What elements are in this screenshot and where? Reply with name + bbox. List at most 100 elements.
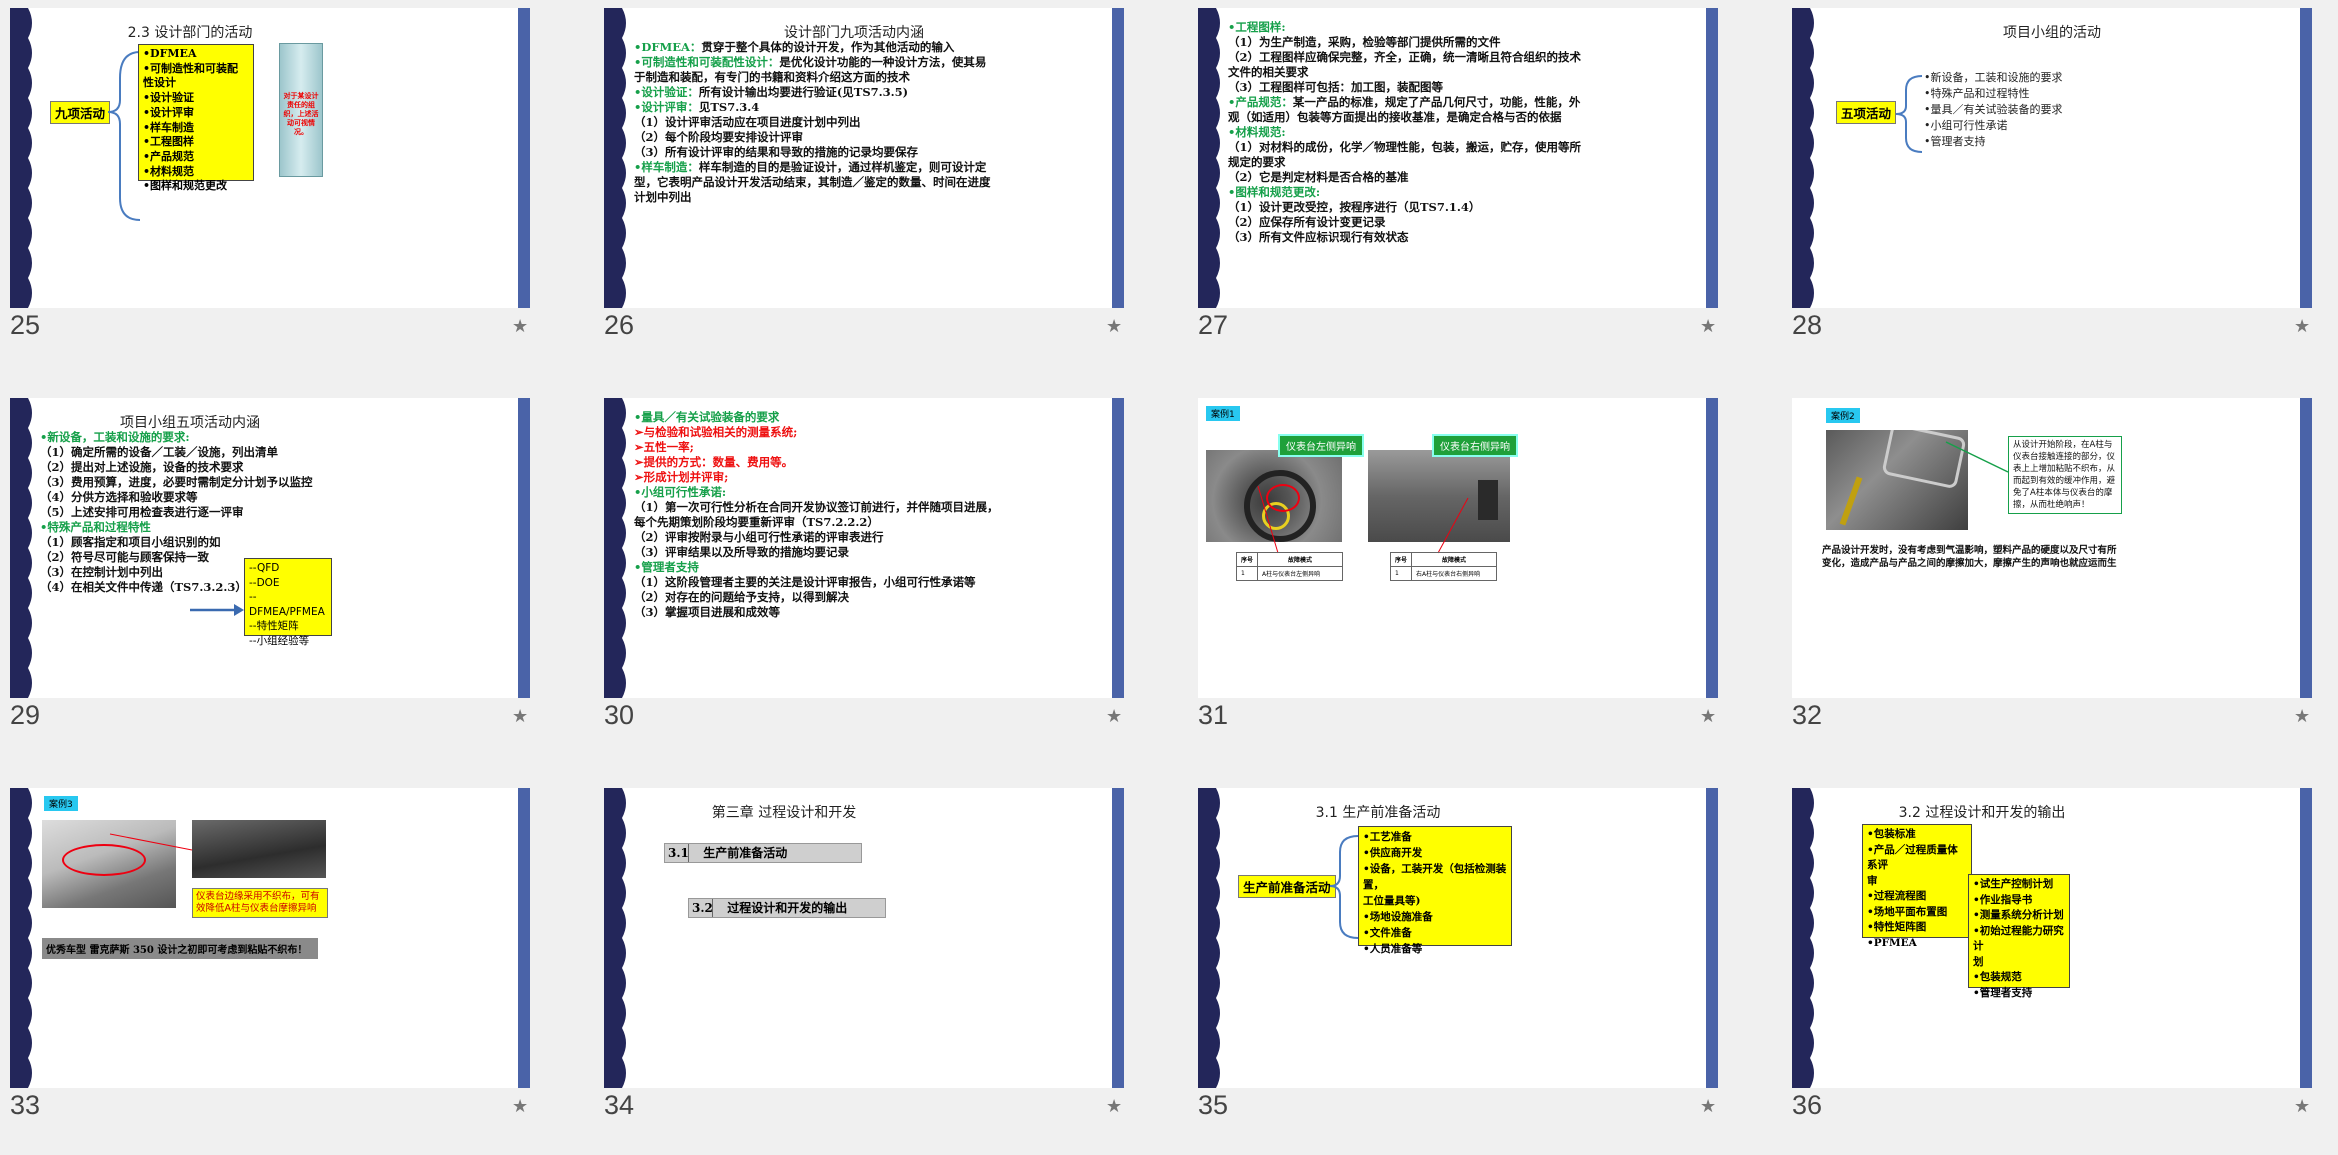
table-header: 故障模式 (1257, 552, 1344, 567)
text-line: （2）提出对上述设施，设备的技术要求 (40, 460, 313, 475)
slide-title: 3.1 生产前准备活动 (1315, 805, 1441, 821)
red-bullet: ➢与检验和试验相关的测量系统; (634, 425, 798, 439)
slide-32: 案例2 从设计开始阶段，在A柱与仪表台接触连接的部分，仪表上上增加粘贴不织布，从… (1792, 398, 2312, 698)
list-item: •产品规范 (143, 149, 195, 163)
body-text: 于制造和装配，有专门的书籍和资料介绍这方面的技术 (634, 70, 910, 84)
slide-thumb-31[interactable]: 案例1 仪表台左侧异响 仪表台右侧异响 序号 故障模式 1 A柱与仪表台左侧异响 序… (1188, 390, 1718, 765)
slide-accent-bar (2300, 788, 2312, 1088)
table-header: 故障模式 (1411, 552, 1498, 567)
list-item: •供应商开发 (1363, 847, 1423, 859)
star-icon[interactable]: ★ (512, 1096, 528, 1117)
green-heading: •设计评审： (634, 100, 699, 114)
output-list-left: •包装标准 •产品／过程质量体系评 审 •过程流程图 •场地平面布置图 •特性矩… (1862, 824, 1972, 949)
slide-33: 案例3 仪表台边缘采用不织布，可有效降低A柱与仪表台摩擦异响 优秀车型 雷克萨斯… (10, 788, 530, 1088)
text-line: （3）所有设计评审的结果和导致的措施的记录均要保存 (634, 145, 991, 160)
list-item: •包装规范 (1973, 971, 2022, 983)
text-line: （3）工程图样可包括：加工图，装配图等 (1228, 80, 1581, 95)
star-icon[interactable]: ★ (1106, 706, 1122, 727)
slide-thumb-33[interactable]: 案例3 仪表台边缘采用不织布，可有效降低A柱与仪表台摩擦异响 优秀车型 雷克萨斯… (0, 780, 530, 1155)
slide-title: 设计部门九项活动内涵 (784, 25, 924, 41)
list-item: •小组可行性承诺 (1924, 119, 2008, 132)
slide-thumb-36[interactable]: 3.2 过程设计和开发的输出 •包装标准 •产品／过程质量体系评 审 •过程流程… (1782, 780, 2312, 1155)
star-icon[interactable]: ★ (1700, 316, 1716, 337)
slide-body: •量具／有关试验装备的要求 ➢与检验和试验相关的测量系统; ➢五性一率; ➢提供… (634, 410, 999, 620)
slide-thumb-26[interactable]: 设计部门九项活动内涵 •DFMEA：贯穿于整个具体的设计开发，作为其他活动的输入… (594, 0, 1124, 375)
slide-29: 项目小组五项活动内涵 •新设备，工装和设施的要求: （1）确定所需的设备／工装／设… (10, 398, 530, 698)
star-icon[interactable]: ★ (2294, 316, 2310, 337)
list-item: 划 (1973, 955, 1984, 968)
star-icon[interactable]: ★ (1700, 706, 1716, 727)
star-icon[interactable]: ★ (512, 316, 528, 337)
slide-title: 项目小组的活动 (2003, 25, 2101, 41)
list-item: --特性矩阵 (249, 620, 299, 632)
callout-lines (1257, 485, 1469, 554)
list-item: •材料规范 (143, 164, 195, 178)
star-icon[interactable]: ★ (1700, 1096, 1716, 1117)
green-heading: •产品规范： (1228, 95, 1293, 109)
body-text: 型，它表明产品设计开发活动结束，其制造／鉴定的数量、时间在进度 (634, 175, 991, 189)
methods-box: --QFD --DOE --DFMEA/PFMEA --特性矩阵 --小组经验等 (244, 558, 332, 647)
slide-28: 项目小组的活动 五项活动 •新设备，工装和设施的要求 •特殊产品和过程特性 •量… (1792, 8, 2312, 308)
star-icon[interactable]: ★ (2294, 706, 2310, 727)
list-item: •图样和规范更改 (143, 179, 228, 193)
slide-31: 案例1 仪表台左侧异响 仪表台右侧异响 序号 故障模式 1 A柱与仪表台左侧异响 序… (1198, 398, 1718, 698)
list-item: •过程流程图 (1867, 890, 1927, 902)
slide-number: 28 (1792, 310, 1823, 340)
body-text: （1）第一次可行性分析在合同开发协议签订前进行，并伴随项目进展， (634, 500, 999, 514)
text-line: •样车制造：样车制造的目的是验证设计，通过样机鉴定，则可设计定 (634, 160, 991, 175)
star-icon[interactable]: ★ (512, 706, 528, 727)
star-icon[interactable]: ★ (1106, 1096, 1122, 1117)
slide-thumb-29[interactable]: 项目小组五项活动内涵 •新设备，工装和设施的要求: （1）确定所需的设备／工装／设… (0, 390, 530, 765)
slide-thumb-28[interactable]: 项目小组的活动 五项活动 •新设备，工装和设施的要求 •特殊产品和过程特性 •量… (1782, 0, 2312, 375)
table-cell: 1 (1235, 566, 1259, 581)
star-icon[interactable]: ★ (1106, 316, 1122, 337)
green-heading: •可制造性和可装配性设计： (634, 55, 780, 69)
text-line: （1）设计更改受控，按程序进行（见TS7.1.4） (1228, 200, 1581, 215)
slide-thumb-27[interactable]: •工程图样: （1）为生产制造，采购，检验等部门提供所需的文件 （2）工程图样应确保… (1188, 0, 1718, 375)
list-item: •特殊产品和过程特性 (1924, 87, 2030, 100)
activity-label: 生产前准备活动 (1238, 875, 1336, 898)
activity-list: •新设备，工装和设施的要求 •特殊产品和过程特性 •量具／有关试验装备的要求 •… (1924, 70, 2063, 150)
section-link-3-1[interactable]: 3.1 生产前准备活动 (664, 843, 862, 863)
slide-body: •DFMEA：贯穿于整个具体的设计开发，作为其他活动的输入 •可制造性和可装配性设… (634, 40, 991, 205)
slide-accent-bar (518, 398, 530, 698)
activity-list-box: •DFMEA •可制造性和可装配性设计 •设计验证 •设计评审 •样车制造 •工… (138, 44, 254, 192)
body-text: （4）在相关文件中传递（TS7.3.2.3） (40, 580, 247, 594)
fault-table-right: 序号 故障模式 1 右A柱与仪表台右侧异响 (1389, 552, 1498, 581)
text-line: ➢五性一率; (634, 440, 999, 455)
text-line: （2）它是判定材料是否合格的基准 (1228, 170, 1581, 185)
body-text: （3）评审结果以及所导致的措施均要记录 (634, 545, 849, 559)
slide-thumb-32[interactable]: 案例2 从设计开始阶段，在A柱与仪表台接触连接的部分，仪表上上增加粘贴不织布，从… (1782, 390, 2312, 765)
slide-thumb-35[interactable]: 3.1 生产前准备活动 生产前准备活动 •工艺准备 •供应商开发 •设备，工装开… (1188, 780, 1718, 1155)
brace-icon (1895, 75, 1923, 153)
text-line: •小组可行性承诺: (634, 485, 999, 500)
slide-accent-bar (518, 8, 530, 308)
list-item: •设计验证 (143, 91, 195, 105)
body-text: （2）评审按附录与小组可行性承诺的评审表进行 (634, 530, 884, 544)
text-line: •特殊产品和过程特性 (40, 520, 313, 535)
slide-thumb-34[interactable]: 第三章 过程设计和开发 3.1 生产前准备活动 3.2 过程设计和开发的输出 3… (594, 780, 1124, 1155)
brace-icon (1329, 835, 1359, 939)
body-text: 规定的要求 (1228, 155, 1286, 169)
text-line: ➢与检验和试验相关的测量系统; (634, 425, 999, 440)
star-icon[interactable]: ★ (2294, 1096, 2310, 1117)
slide-number: 33 (10, 1090, 41, 1120)
table-header: 序号 (1235, 552, 1259, 567)
list-item: •新设备，工装和设施的要求 (1924, 71, 2063, 84)
list-item: •作业指导书 (1973, 893, 2033, 906)
slide-thumb-25[interactable]: 2.3 设计部门的活动 九项活动 •DFMEA •可制造性和可装配性设计 •设计… (0, 0, 530, 375)
list-item: •DFMEA (143, 47, 197, 60)
text-line: （1）顾客指定和项目小组识别的如 (40, 535, 313, 550)
text-line: （3）评审结果以及所导致的措施均要记录 (634, 545, 999, 560)
slide-number: 36 (1792, 1090, 1823, 1120)
list-item: •场地平面布置图 (1867, 905, 1948, 918)
text-line: （2）评审按附录与小组可行性承诺的评审表进行 (634, 530, 999, 545)
text-line: •DFMEA：贯穿于整个具体的设计开发，作为其他活动的输入 (634, 40, 991, 55)
slide-thumb-30[interactable]: •量具／有关试验装备的要求 ➢与检验和试验相关的测量系统; ➢五性一率; ➢提供… (594, 390, 1124, 765)
body-text: 观（如适用）包装等方面提出的接收基准，是确定合格与否的依据 (1228, 110, 1562, 124)
section-link-3-2[interactable]: 3.2 过程设计和开发的输出 (688, 898, 886, 918)
activity-label: 五项活动 (1836, 101, 1897, 124)
text-line: 于制造和装配，有专门的书籍和资料介绍这方面的技术 (634, 70, 991, 85)
body-text: （5）上述安排可用检查表进行逐一评审 (40, 505, 244, 519)
slide-border-wave (604, 788, 626, 1088)
